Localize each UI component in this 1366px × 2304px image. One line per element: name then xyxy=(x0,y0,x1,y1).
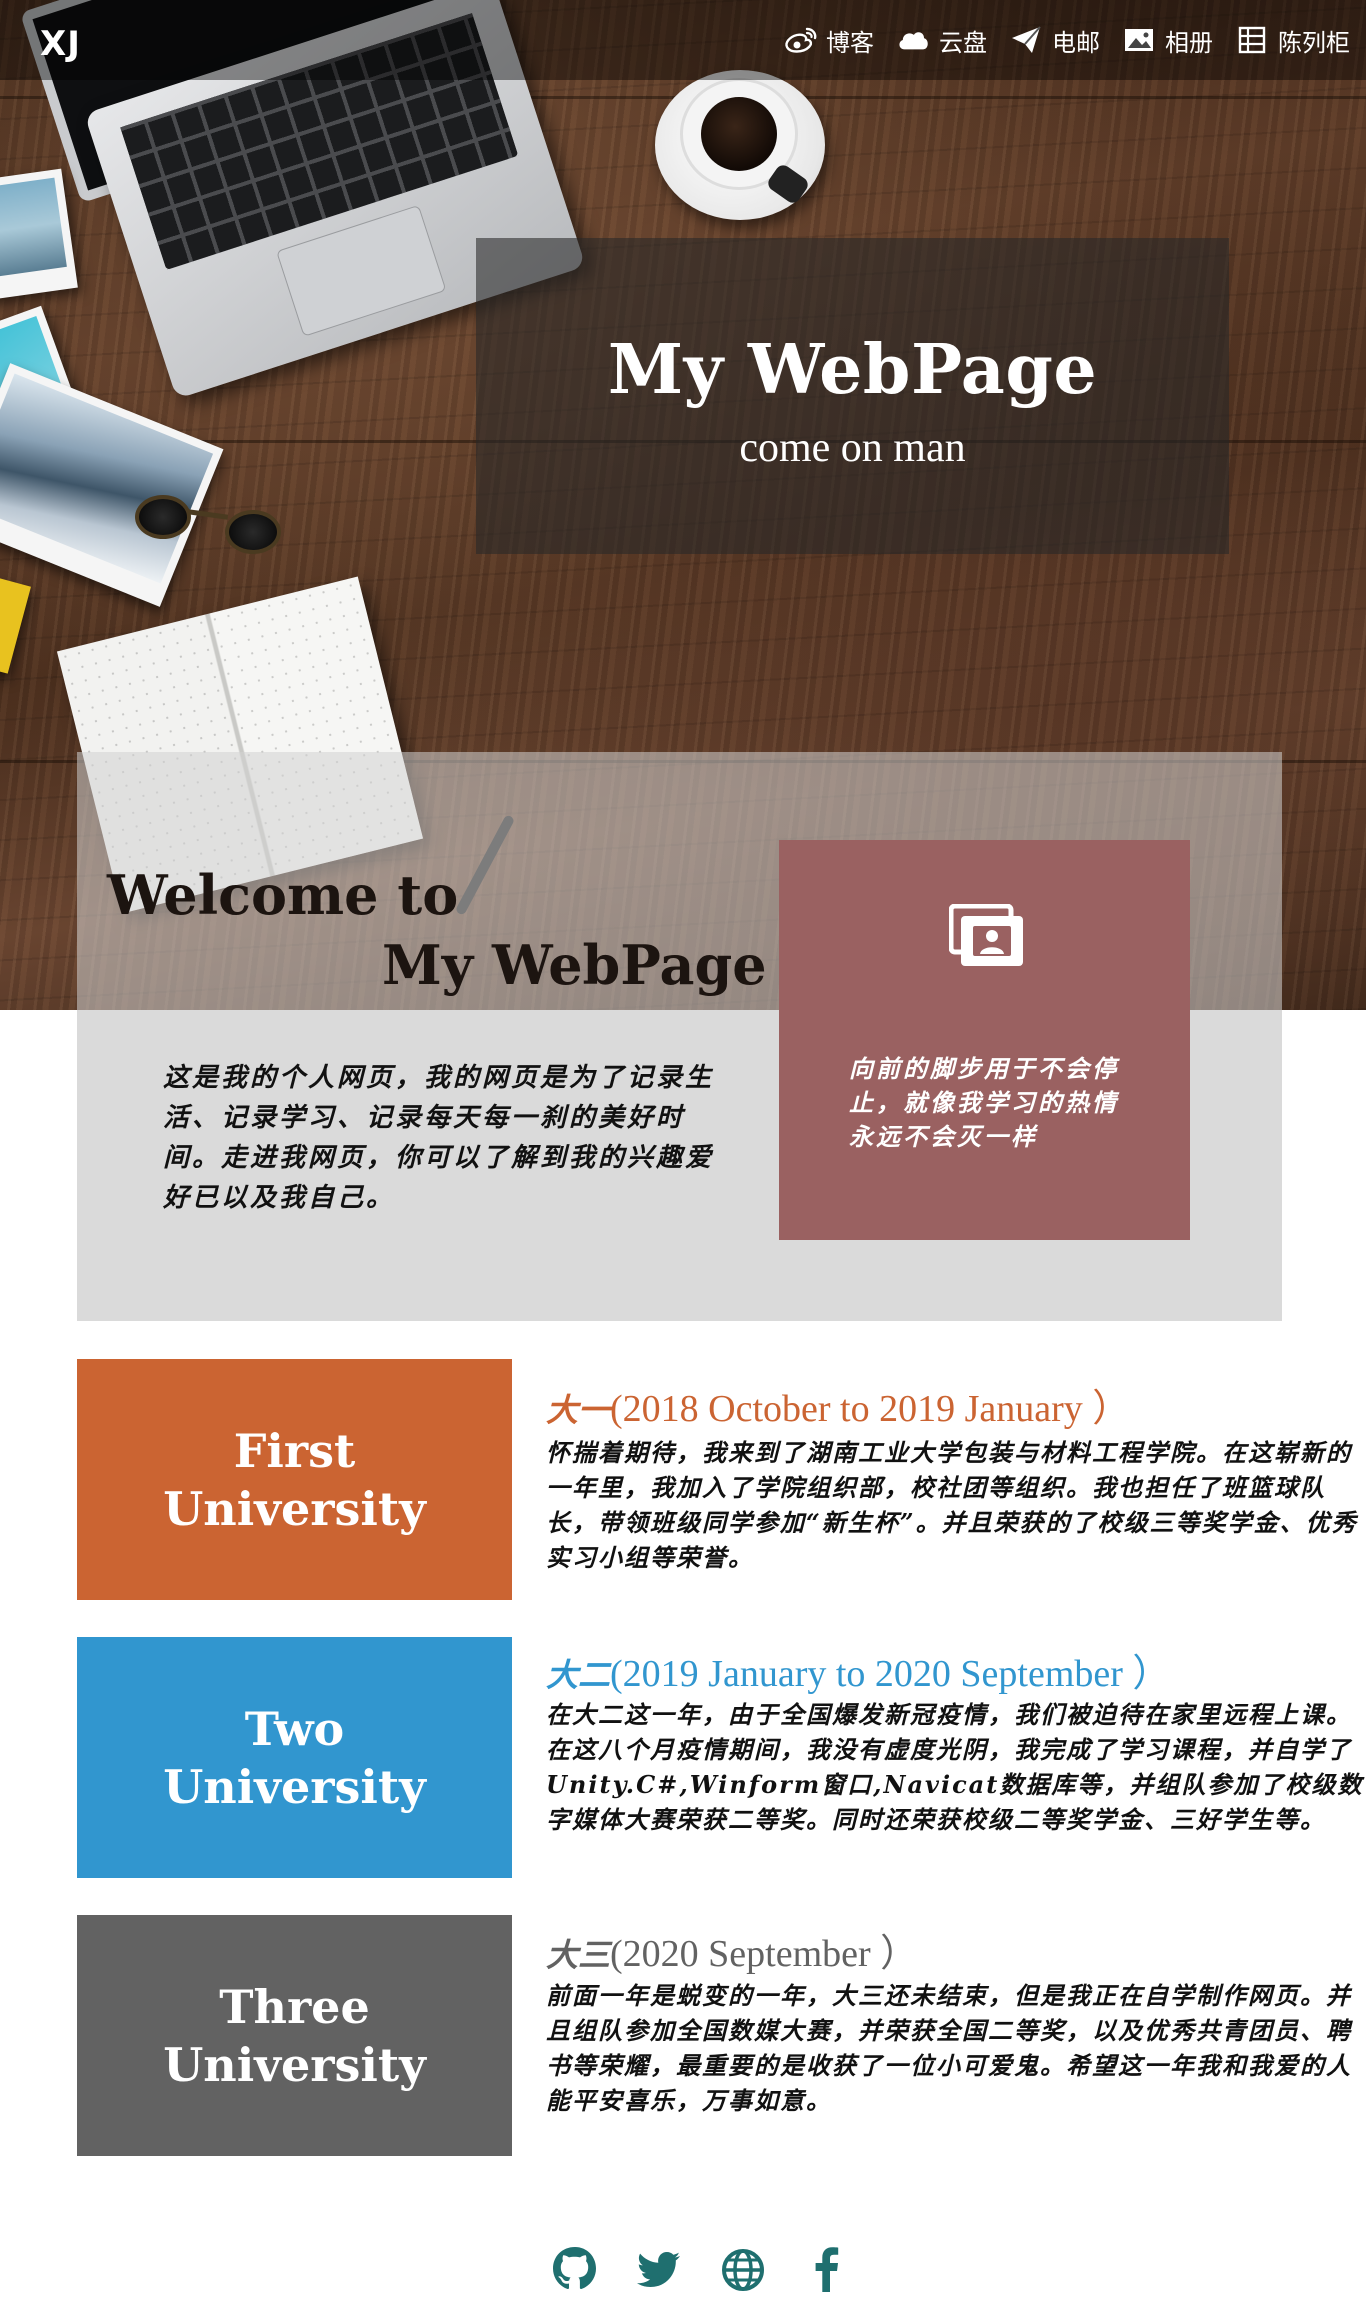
timeline-text-third: 前面一年是蜕变的一年，大三还未结束，但是我正在自学制作网页。并且组队参加全国数媒… xyxy=(546,1981,1352,2115)
hero-title-box: My WebPage come on man xyxy=(476,238,1229,554)
picture-icon xyxy=(1125,29,1153,51)
brand-logo[interactable]: XJ xyxy=(40,24,81,64)
nav-item-email[interactable]: 电邮 xyxy=(1009,23,1100,58)
cloud-icon xyxy=(899,32,928,50)
globe-icon[interactable] xyxy=(718,2244,768,2294)
timeline-heading-second: 大二(2019 January to 2020 September ） xyxy=(546,1653,1171,1695)
about-panel: Welcome to My WebPage 这是我的个人网页，我的网页是为了记录… xyxy=(77,752,1282,1321)
twitter-icon[interactable] xyxy=(634,2244,684,2294)
timeline-text-first: 怀揣着期待，我来到了湖南工业大学包装与材料工程学院。在这崭新的一年里，我加入了学… xyxy=(546,1438,1358,1572)
nav-item-cloud[interactable]: 云盘 xyxy=(896,23,987,58)
gallery-icon xyxy=(949,904,1023,966)
nav-item-showcase[interactable]: 陈列柜 xyxy=(1235,23,1350,58)
nav-item-blog[interactable]: 博客 xyxy=(783,23,874,58)
weibo-icon xyxy=(785,27,817,53)
timeline-text-second: 在大二这一年，由于全国爆发新冠疫情，我们被迫待在家里远程上课。在这八个月疫情期间… xyxy=(546,1700,1364,1834)
about-description: 这是我的个人网页，我的网页是为了记录生活、记录学习、记录每天每一刹的美好时间。走… xyxy=(163,1063,715,1213)
page-subtitle: come on man xyxy=(739,425,966,471)
nav-links: 博客 云盘 电邮 相册 陈列柜 xyxy=(783,0,1350,80)
timeline-block-third: Three University xyxy=(77,1915,512,2156)
welcome-heading: Welcome to My WebPage xyxy=(107,863,767,997)
nav-item-album[interactable]: 相册 xyxy=(1122,23,1213,58)
motto-card: 向前的脚步用于不会停止，就像我学习的热情永远不会灭一样 xyxy=(779,840,1190,1240)
page-title: My WebPage xyxy=(607,330,1098,410)
timeline-block-first: First University xyxy=(77,1359,512,1600)
timeline-heading-third: 大三(2020 September ） xyxy=(546,1933,919,1975)
sunglasses-image xyxy=(135,495,191,539)
timeline-heading-first: 大一(2018 October to 2019 January ） xyxy=(546,1388,1131,1430)
photo-print-image xyxy=(0,363,224,607)
send-icon xyxy=(1012,26,1041,53)
photo-print-image xyxy=(0,576,31,674)
sunglasses-image xyxy=(225,510,281,554)
social-links xyxy=(550,2244,852,2294)
photo-print-image xyxy=(0,168,78,302)
navbar: XJ 博客 云盘 电邮 相册 陈列柜 xyxy=(0,0,1366,80)
github-icon[interactable] xyxy=(550,2244,600,2294)
facebook-icon[interactable] xyxy=(802,2244,852,2294)
list-icon xyxy=(1238,26,1266,54)
timeline-block-second: Two University xyxy=(77,1637,512,1878)
motto-text: 向前的脚步用于不会停止，就像我学习的热情永远不会灭一样 xyxy=(849,1054,1119,1151)
